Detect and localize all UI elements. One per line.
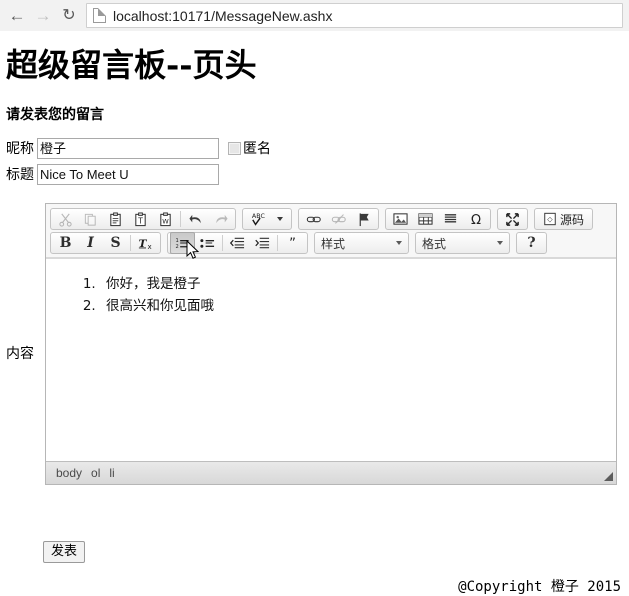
- unordered-list-icon[interactable]: [195, 232, 220, 254]
- source-label: 源码: [560, 212, 585, 227]
- outdent-icon[interactable]: [225, 232, 250, 254]
- quote-icon[interactable]: ”: [280, 232, 305, 254]
- page-body: 超级留言板--页头 请发表您的留言 昵称 匿名 标题 内容: [0, 31, 629, 595]
- copy-icon[interactable]: [78, 208, 103, 230]
- about-button[interactable]: ?: [519, 232, 544, 254]
- maximize-arrows-icon[interactable]: [500, 208, 525, 230]
- chain-link-icon[interactable]: [301, 208, 326, 230]
- divider: [180, 211, 181, 227]
- page-document-icon: [93, 8, 106, 23]
- styles-combobox[interactable]: 样式: [314, 232, 409, 254]
- editor-toolbar: T W ABC Ω ◇ 源码 B I S T x 1 2 ” 样式 格式 ?: [46, 204, 616, 258]
- ordered-list-icon[interactable]: 1 2: [170, 232, 195, 254]
- scissors-icon[interactable]: [53, 208, 78, 230]
- anonymous-checkbox-wrap[interactable]: 匿名: [228, 138, 271, 158]
- subject-row: 标题: [0, 163, 629, 185]
- back-icon[interactable]: ←: [4, 3, 30, 29]
- editor-content-area[interactable]: 你好，我是橙子 很高兴和你见面哦: [46, 258, 616, 461]
- divider: [277, 235, 278, 251]
- omega-icon[interactable]: Ω: [463, 208, 488, 230]
- nickname-label: 昵称: [6, 140, 34, 157]
- maximize-group: [497, 208, 528, 230]
- svg-text:W: W: [162, 217, 169, 225]
- source-code-icon: ◇: [544, 212, 556, 226]
- resize-grip-icon[interactable]: [603, 471, 613, 481]
- undo-arrow-icon[interactable]: [183, 208, 208, 230]
- toolbar-row-1: T W ABC Ω ◇ 源码: [48, 207, 614, 231]
- submit-button[interactable]: 发表: [43, 541, 86, 564]
- redo-arrow-icon[interactable]: [208, 208, 233, 230]
- spellcheck-group: ABC: [242, 208, 292, 230]
- address-bar[interactable]: localhost:10171/MessageNew.ashx: [86, 3, 623, 28]
- url-text: localhost:10171/MessageNew.ashx: [113, 7, 333, 24]
- svg-text:1: 1: [175, 238, 178, 244]
- divider: [130, 235, 131, 251]
- ordered-list: 你好，我是橙子 很高兴和你见面哦: [46, 259, 616, 317]
- reload-icon[interactable]: ↻: [56, 3, 82, 29]
- broken-link-icon[interactable]: [326, 208, 351, 230]
- insert-group: Ω: [385, 208, 491, 230]
- browser-toolbar: ← → ↻ localhost:10171/MessageNew.ashx: [0, 0, 629, 32]
- svg-text:◇: ◇: [547, 216, 553, 224]
- flag-icon[interactable]: [351, 208, 376, 230]
- italic-button[interactable]: I: [78, 232, 103, 254]
- abc-check-icon[interactable]: ABC: [245, 208, 289, 230]
- svg-text:Ω: Ω: [470, 213, 480, 227]
- chevron-down-icon: [497, 241, 503, 245]
- forward-icon[interactable]: →: [30, 3, 56, 29]
- svg-text:2: 2: [175, 244, 178, 250]
- elements-path-bar: body ol li: [46, 461, 616, 484]
- clipboard-icon[interactable]: [103, 208, 128, 230]
- bold-button[interactable]: B: [53, 232, 78, 254]
- list-item[interactable]: 你好，我是橙子: [100, 273, 616, 295]
- page-subtitle: 请发表您的留言: [6, 105, 104, 122]
- clipboard-word-icon[interactable]: W: [153, 208, 178, 230]
- format-combobox[interactable]: 格式: [415, 232, 510, 254]
- strike-button[interactable]: S: [103, 232, 128, 254]
- indent-icon[interactable]: [250, 232, 275, 254]
- basic-styles-group: B I S T x: [50, 232, 161, 254]
- elements-path-body[interactable]: body: [56, 466, 82, 480]
- divider: [222, 235, 223, 251]
- toolbar-row-2: B I S T x 1 2 ” 样式 格式 ?: [48, 231, 614, 255]
- content-label: 内容: [6, 345, 34, 361]
- remove-format-button[interactable]: T x: [133, 232, 158, 254]
- source-button[interactable]: ◇ 源码: [537, 208, 590, 230]
- table-grid-icon[interactable]: [413, 208, 438, 230]
- paragraph-group: 1 2 ”: [167, 232, 308, 254]
- horizontal-lines-icon[interactable]: [438, 208, 463, 230]
- subject-input[interactable]: [37, 163, 219, 185]
- clipboard-group: T W: [50, 208, 236, 230]
- page-title: 超级留言板--页头: [6, 46, 257, 84]
- elements-path-ol[interactable]: ol: [91, 466, 100, 480]
- elements-path-li[interactable]: li: [109, 466, 114, 480]
- chevron-down-icon[interactable]: [277, 217, 283, 221]
- about-group: ?: [516, 232, 547, 254]
- anonymous-label: 匿名: [243, 140, 271, 157]
- svg-text:T: T: [137, 216, 143, 225]
- rich-text-editor: T W ABC Ω ◇ 源码 B I S T x 1 2 ” 样式 格式 ? 1…: [45, 203, 617, 485]
- link-group: [298, 208, 379, 230]
- source-group: ◇ 源码: [534, 208, 594, 230]
- clipboard-text-icon[interactable]: T: [128, 208, 153, 230]
- nickname-input[interactable]: [37, 137, 219, 159]
- chevron-down-icon: [396, 241, 402, 245]
- svg-text:x: x: [147, 241, 151, 250]
- subject-label: 标题: [6, 166, 34, 183]
- styles-combobox-label: 样式: [321, 236, 346, 251]
- copyright-footer: @Copyright 橙子 2015: [458, 579, 621, 595]
- nickname-row: 昵称 匿名: [0, 137, 629, 159]
- list-item[interactable]: 很高兴和你见面哦: [100, 295, 616, 317]
- anonymous-checkbox[interactable]: [228, 141, 241, 155]
- picture-icon[interactable]: [388, 208, 413, 230]
- format-combobox-label: 格式: [422, 236, 447, 251]
- svg-text:”: ”: [289, 237, 296, 250]
